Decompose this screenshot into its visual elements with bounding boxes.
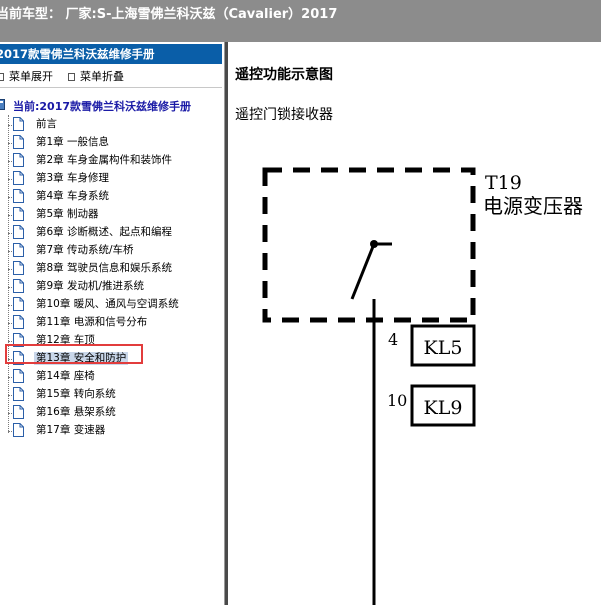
manual-title: 2017款雪佛兰科沃兹维修手册	[0, 47, 155, 61]
pin-number-label: 10	[387, 391, 407, 410]
component-name-label: 电源变压器	[483, 194, 583, 218]
document-icon	[13, 189, 24, 203]
tree-item[interactable]: 第14章 座椅	[0, 368, 220, 386]
tree-root-label: 当前:2017款雪佛兰科沃兹维修手册	[13, 100, 192, 113]
connector-label: KL5	[424, 337, 463, 359]
component-ref-label: T19	[485, 172, 522, 194]
wiring-diagram-svg: T19 电源变压器 4 KL5 10 KL9	[262, 167, 583, 605]
tree-item-label: 前言	[36, 118, 57, 130]
menu-actions: 菜单展开 菜单折叠	[0, 66, 222, 84]
tree-item[interactable]: 第3章 车身修理	[0, 170, 220, 188]
document-icon	[13, 297, 24, 311]
tree-item-label: 第4章 车身系统	[36, 190, 110, 202]
document-icon	[13, 135, 24, 149]
connector-label: KL9	[424, 397, 463, 419]
tree-item[interactable]: 第5章 制动器	[0, 206, 220, 224]
document-icon	[13, 207, 24, 221]
tree-item-label: 第5章 制动器	[36, 208, 99, 220]
tree-item[interactable]: 第11章 电源和信号分布	[0, 314, 220, 332]
vehicle-model-title: 当前车型： 厂家:S-上海雪佛兰科沃兹（Cavalier）2017	[0, 7, 338, 22]
document-icon	[13, 279, 24, 293]
tree-item-label: 第15章 转向系统	[36, 388, 116, 400]
tree-item-label: 第10章 暖风、通风与空调系统	[36, 298, 179, 310]
document-icon	[13, 405, 24, 419]
pin-number-label: 4	[388, 330, 398, 349]
expand-menu-label: 菜单展开	[9, 70, 53, 83]
document-icon	[13, 171, 24, 185]
sidebar: 2017款雪佛兰科沃兹维修手册 菜单展开 菜单折叠 当前:2017款雪佛兰科沃兹…	[0, 42, 224, 605]
tree-item-label: 第14章 座椅	[36, 370, 95, 382]
tree-item-label: 第11章 电源和信号分布	[36, 316, 148, 328]
document-icon	[13, 261, 24, 275]
sidebar-divider	[0, 87, 222, 88]
wiring-diagram: T19 电源变压器 4 KL5 10 KL9	[228, 160, 601, 605]
tree-item-label: 第8章 驾驶员信息和娱乐系统	[36, 262, 173, 274]
document-icon	[13, 315, 24, 329]
document-icon	[13, 369, 24, 383]
document-icon	[13, 387, 24, 401]
tree-item[interactable]: 第9章 发动机/推进系统	[0, 278, 220, 296]
tree-item-label: 第3章 车身修理	[36, 172, 110, 184]
tree-item-label: 第16章 悬架系统	[36, 406, 116, 418]
tree-item[interactable]: 第17章 变速器	[0, 422, 220, 440]
tree-item-label: 第6章 诊断概述、起点和编程	[36, 226, 173, 238]
document-icon	[13, 153, 24, 167]
tree-item-label: 第2章 车身金属构件和装饰件	[36, 154, 173, 166]
tree-item[interactable]: 第7章 传动系统/车桥	[0, 242, 220, 260]
tree-item[interactable]: 第4章 车身系统	[0, 188, 220, 206]
collapse-icon	[68, 73, 75, 81]
relay-switch-arm	[350, 243, 376, 300]
collapse-menu-label: 菜单折叠	[80, 70, 124, 83]
tree-item[interactable]: 前言	[0, 116, 220, 134]
section-title: 遥控门锁接收器	[235, 107, 333, 123]
tree-item[interactable]: 第16章 悬架系统	[0, 404, 220, 422]
document-icon	[13, 117, 24, 131]
relay-pivot-dot	[370, 240, 378, 248]
tree-item[interactable]: 第8章 驾驶员信息和娱乐系统	[0, 260, 220, 278]
tree-item-label: 第1章 一般信息	[36, 136, 110, 148]
collapse-menu-button[interactable]: 菜单折叠	[68, 68, 124, 84]
title-bar: 当前车型： 厂家:S-上海雪佛兰科沃兹（Cavalier）2017	[0, 0, 601, 42]
document-icon	[13, 243, 24, 257]
component-dashed-box	[262, 167, 476, 323]
tree-item-label: 第9章 发动机/推进系统	[36, 280, 145, 292]
selection-highlight	[5, 344, 143, 364]
expand-icon	[0, 73, 4, 81]
tree-item[interactable]: 第1章 一般信息	[0, 134, 220, 152]
tree-item[interactable]: 第2章 车身金属构件和装饰件	[0, 152, 220, 170]
content-pane: 遥控功能示意图 遥控门锁接收器 T19 电源变压器 4 KL5 10 KL9	[228, 42, 601, 605]
tree-item[interactable]: 第10章 暖风、通风与空调系统	[0, 296, 220, 314]
tree-item-label: 第7章 传动系统/车桥	[36, 244, 134, 256]
tree-item[interactable]: 第6章 诊断概述、起点和编程	[0, 224, 220, 242]
tree-item[interactable]: 第15章 转向系统	[0, 386, 220, 404]
manual-title-header[interactable]: 2017款雪佛兰科沃兹维修手册	[0, 44, 222, 64]
document-icon	[13, 225, 24, 239]
document-icon	[13, 423, 24, 437]
tree-item-label: 第17章 变速器	[36, 424, 106, 436]
page-title: 遥控功能示意图	[235, 67, 333, 83]
book-icon	[0, 99, 5, 110]
expand-menu-button[interactable]: 菜单展开	[0, 68, 53, 84]
